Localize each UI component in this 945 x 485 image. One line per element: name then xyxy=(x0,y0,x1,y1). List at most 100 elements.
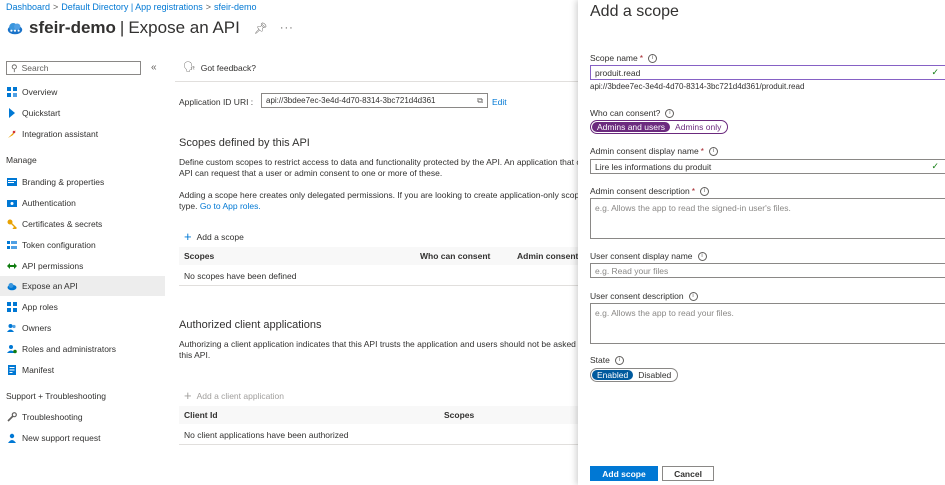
sidebar-item-token-configuration[interactable]: Token configuration xyxy=(0,235,165,255)
sidebar-item-troubleshooting[interactable]: Troubleshooting xyxy=(0,407,165,427)
state-toggle: Enabled Disabled xyxy=(590,368,679,382)
application-id-uri-field[interactable]: api://3bdee7ec-3e4d-4d70-8314-3bc721d4d3… xyxy=(261,93,488,108)
sidebar-search-input[interactable]: ⚲ Search xyxy=(6,61,141,75)
panel-title: Add a scope xyxy=(590,3,679,20)
admin-consent-display-name-input[interactable]: Lire les informations du produit ✓ xyxy=(590,159,945,174)
input-value: Lire les informations du produit xyxy=(595,161,712,172)
sidebar-item-manifest[interactable]: Manifest xyxy=(0,360,165,380)
sidebar-item-roles-and-administrators[interactable]: Roles and administrators xyxy=(0,339,165,359)
sidebar-item-branding[interactable]: Branding & properties xyxy=(0,172,165,192)
sidebar-item-expose-an-api[interactable]: Expose an API xyxy=(0,276,165,296)
clients-table-header: Client Id Scopes xyxy=(179,406,579,424)
feedback-label: Got feedback? xyxy=(200,62,256,73)
page-header: sfeir-demo | Expose an API 📌︎ ··· xyxy=(6,18,294,38)
scope-name-input[interactable]: produit.read ✓ xyxy=(590,65,945,80)
user-consent-description-label: User consent description i xyxy=(590,291,698,301)
sidebar-item-authentication[interactable]: Authentication xyxy=(0,193,165,213)
add-client-application-link: + Add a client application xyxy=(184,388,284,403)
empty-message: No client applications have been authori… xyxy=(184,430,349,440)
consent-option-admins-only[interactable]: Admins only xyxy=(670,122,726,132)
pin-icon[interactable]: 📌︎ xyxy=(254,22,268,35)
sidebar-item-label: Certificates & secrets xyxy=(22,219,103,229)
application-id-uri-label: Application ID URI : xyxy=(179,97,254,107)
consent-option-admins-and-users[interactable]: Admins and users xyxy=(592,122,671,132)
sidebar-item-label: Expose an API xyxy=(22,281,78,291)
scopes-description-line: type. Go to App roles. xyxy=(179,201,579,212)
info-icon[interactable]: i xyxy=(665,108,675,118)
copy-icon[interactable]: ⧉ xyxy=(477,96,483,106)
clients-empty-row: No client applications have been authori… xyxy=(179,426,579,445)
sidebar-item-app-roles[interactable]: App roles xyxy=(0,297,165,317)
feedback-button[interactable]: 🗣︎ Got feedback? xyxy=(183,62,256,73)
sidebar-item-overview[interactable]: Overview xyxy=(0,82,165,102)
plus-icon: + xyxy=(184,388,192,403)
sidebar-item-owners[interactable]: Owners xyxy=(0,318,165,338)
page-title: Expose an API xyxy=(128,18,240,37)
column-header[interactable]: Admin consent xyxy=(517,251,578,261)
state-label: State i xyxy=(590,355,624,365)
add-scope-link[interactable]: + Add a scope xyxy=(184,229,244,244)
clients-section-title: Authorized client applications xyxy=(179,319,322,331)
sidebar-item-new-support-request[interactable]: New support request xyxy=(0,428,165,448)
sidebar-item-label: Manifest xyxy=(22,365,55,375)
breadcrumb-dashboard[interactable]: Dashboard xyxy=(6,2,50,12)
add-scope-label: Add a scope xyxy=(196,231,244,242)
sidebar-item-label: App roles xyxy=(22,302,58,312)
label-text: Scope name xyxy=(590,53,638,63)
support-icon xyxy=(6,433,17,444)
add-client-label: Add a client application xyxy=(196,390,285,401)
state-option-enabled[interactable]: Enabled xyxy=(592,370,634,380)
feedback-icon: 🗣︎ xyxy=(183,62,196,73)
breadcrumb-app[interactable]: sfeir-demo xyxy=(214,2,257,12)
sidebar-item-quickstart[interactable]: Quickstart xyxy=(0,103,165,123)
edit-uri-link[interactable]: Edit xyxy=(492,97,507,107)
state-option-disabled[interactable]: Disabled xyxy=(633,370,676,380)
label-text: State xyxy=(590,355,610,365)
sidebar-item-api-permissions[interactable]: API permissions xyxy=(0,256,165,276)
column-header[interactable]: Client Id xyxy=(184,410,218,420)
roles-icon xyxy=(6,344,17,355)
info-icon[interactable]: i xyxy=(700,186,710,196)
label-text: Who can consent? xyxy=(590,108,661,118)
column-header[interactable]: Scopes xyxy=(184,251,214,261)
quickstart-icon xyxy=(6,108,17,119)
cloud-icon xyxy=(6,281,17,292)
collapse-sidebar-button[interactable]: « xyxy=(151,62,157,73)
required-mark: * xyxy=(700,146,704,156)
sidebar-item-label: Troubleshooting xyxy=(22,412,83,422)
go-to-app-roles-link[interactable]: Go to App roles. xyxy=(200,201,261,211)
sidebar-item-label: Owners xyxy=(22,323,52,333)
sidebar-item-label: Overview xyxy=(22,87,58,97)
info-icon[interactable]: i xyxy=(708,146,718,156)
label-text: Admin consent description xyxy=(590,186,690,196)
app-name: sfeir-demo xyxy=(29,18,116,37)
owners-icon xyxy=(6,323,17,334)
input-placeholder: e.g. Read your files xyxy=(595,265,669,276)
sidebar-item-integration-assistant[interactable]: Integration assistant xyxy=(0,124,165,144)
more-options-button[interactable]: ··· xyxy=(280,22,294,34)
sidebar-item-label: Branding & properties xyxy=(22,177,105,187)
user-consent-display-name-input[interactable]: e.g. Read your files xyxy=(590,263,945,278)
user-consent-display-name-label: User consent display name i xyxy=(590,251,707,261)
info-icon[interactable]: i xyxy=(648,53,658,63)
user-consent-description-input[interactable]: e.g. Allows the app to read your files. xyxy=(590,303,945,344)
search-placeholder: Search xyxy=(21,63,49,73)
divider xyxy=(175,81,580,82)
sidebar-item-certificates[interactable]: Certificates & secrets xyxy=(0,214,165,234)
info-icon[interactable]: i xyxy=(614,355,624,365)
info-icon[interactable]: i xyxy=(697,251,707,261)
cancel-button[interactable]: Cancel xyxy=(662,466,714,481)
scopes-description-prefix: type. xyxy=(179,201,198,211)
key-icon xyxy=(6,219,17,230)
overview-icon xyxy=(6,87,17,98)
column-header[interactable]: Who can consent xyxy=(420,251,490,261)
admin-consent-description-input[interactable]: e.g. Allows the app to read the signed-i… xyxy=(590,198,945,239)
breadcrumb-app-registrations[interactable]: Default Directory | App registrations xyxy=(61,2,202,12)
sidebar-item-label: Quickstart xyxy=(22,108,61,118)
add-scope-button[interactable]: Add scope xyxy=(590,466,658,481)
plus-icon: + xyxy=(184,229,192,244)
empty-message: No scopes have been defined xyxy=(184,271,297,281)
column-header[interactable]: Scopes xyxy=(444,410,474,420)
search-icon: ⚲ xyxy=(11,62,18,73)
info-icon[interactable]: i xyxy=(688,291,698,301)
